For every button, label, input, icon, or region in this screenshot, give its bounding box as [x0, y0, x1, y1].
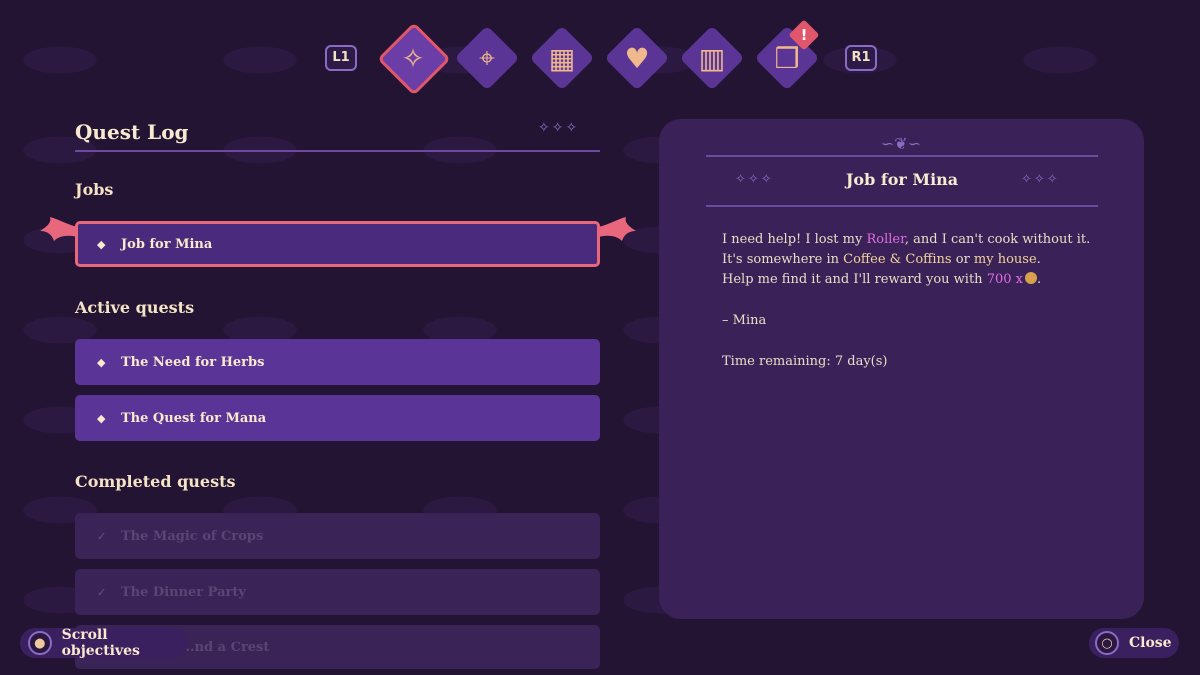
map-icon: ⌖ [479, 41, 495, 74]
close-button[interactable]: ○ Close [1089, 628, 1179, 658]
detail-line-1: I need help! I lost my Roller, and I can… [722, 232, 1091, 247]
diamond-bullet-icon: ◆ [97, 237, 106, 251]
tab-map[interactable]: ⌖ [454, 25, 520, 91]
r1-shoulder-button[interactable]: R1 [845, 45, 877, 71]
l1-shoulder-button[interactable]: L1 [325, 45, 357, 71]
section-active-quests: Active quests [75, 298, 195, 317]
quest-detail-panel [659, 119, 1144, 619]
scroll-label: Scroll objectives [61, 627, 140, 659]
diamond-bullet-icon: ◆ [97, 411, 106, 425]
top-navigation: L1 ✧ ⌖ ▦ ♥ ▥ ❒ R1 [0, 22, 1200, 96]
ornament-curl-icon: ∽❦∽ [880, 134, 922, 153]
scroll-objectives-prompt[interactable]: ● Scroll objectives [20, 627, 188, 659]
list-item-job-for-mina[interactable]: ◆ Job for Mina [75, 221, 600, 267]
tab-wardrobe[interactable]: ▥ [679, 25, 745, 91]
coin-icon [1024, 272, 1037, 284]
quest-name: The Quest for Mana [121, 410, 267, 426]
reward-amount: 700 x [986, 272, 1023, 287]
detail-line-3: Help me find it and I'll reward you with… [722, 272, 1042, 287]
detail-line-2: It's somewhere in Coffee & Coffins or my… [722, 252, 1041, 267]
quest-name: The Magic of Crops [121, 528, 264, 544]
tab-quests[interactable]: ✧ [377, 22, 451, 96]
location-highlight: my house [973, 252, 1037, 267]
detail-signature: – Mina [722, 313, 767, 328]
detail-divider-top [706, 155, 1098, 157]
checkmark-icon: ✓ [97, 529, 107, 543]
section-jobs: Jobs [75, 180, 114, 199]
alert-icon: ! [800, 26, 808, 44]
item-highlight: Roller [866, 232, 905, 247]
quest-name: The Dinner Party [121, 584, 246, 600]
section-completed-quests: Completed quests [75, 472, 236, 491]
bat-wing-left-icon [40, 217, 78, 241]
list-item-magic-of-crops[interactable]: ✓ The Magic of Crops [75, 513, 600, 559]
close-label: Close [1129, 635, 1172, 651]
quest-name: The Need for Herbs [121, 354, 265, 370]
tab-calendar[interactable]: ▦ [529, 25, 595, 91]
quest-name: Job for Mina [121, 236, 213, 252]
bat-wing-right-icon [598, 217, 636, 241]
time-remaining: Time remaining: 7 day(s) [722, 354, 888, 369]
tab-relationships[interactable]: ♥ [604, 25, 670, 91]
right-stick-icon: ● [28, 631, 52, 655]
checkmark-icon: ✓ [97, 585, 107, 599]
quest-scroll-icon: ✧ [401, 41, 425, 75]
location-highlight: Coffee & Coffins [843, 252, 952, 267]
circle-button-icon: ○ [1095, 631, 1119, 655]
list-item-dinner-party[interactable]: ✓ The Dinner Party [75, 569, 600, 615]
heart-icon: ♥ [624, 41, 650, 75]
page-title: Quest Log [75, 120, 189, 144]
diamond-bullet-icon: ◆ [97, 355, 106, 369]
sparkle-deco-icon: ✧✧✧ [1021, 172, 1060, 187]
calendar-icon: ▦ [548, 41, 576, 75]
sparkle-deco-icon: ✧✧✧ [538, 120, 580, 136]
detail-divider-bottom [706, 205, 1098, 207]
list-item-quest-for-mana[interactable]: ◆ The Quest for Mana [75, 395, 600, 441]
title-divider [75, 150, 600, 152]
wardrobe-icon: ▥ [698, 41, 726, 75]
list-item-need-for-herbs[interactable]: ◆ The Need for Herbs [75, 339, 600, 385]
